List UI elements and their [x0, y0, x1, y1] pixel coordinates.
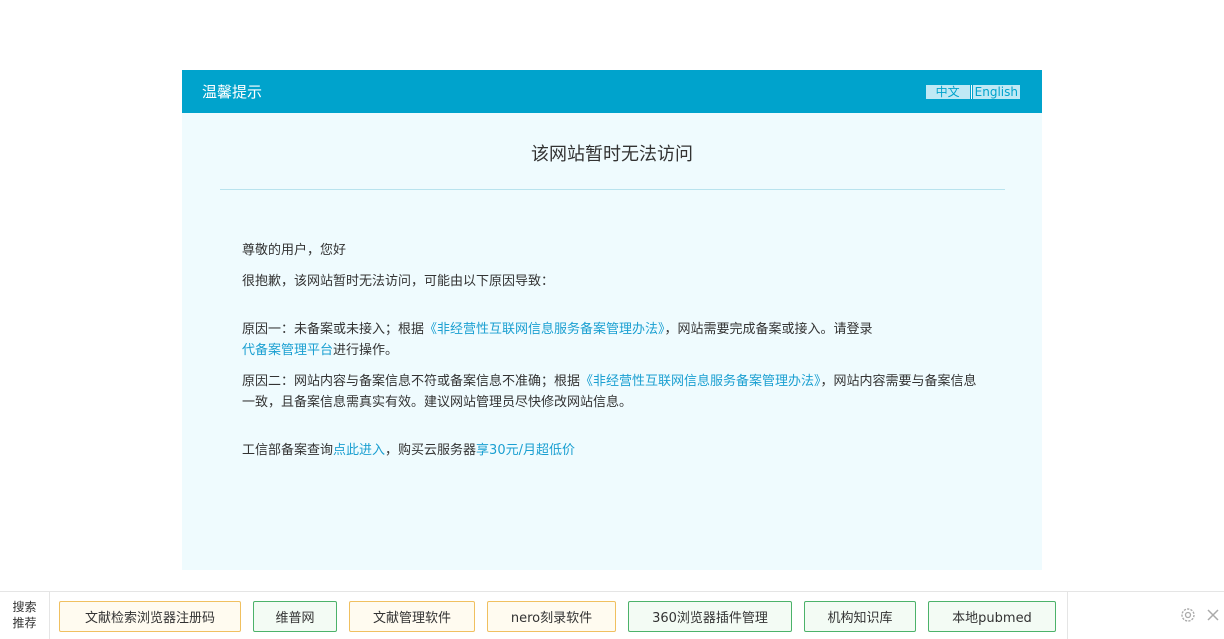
reason-one-end: 进行操作。 — [333, 343, 399, 358]
footer-line: 工信部备案查询点此进入，购买云服务器享30元/月超低价 — [242, 440, 982, 461]
label-line-2: 推荐 — [12, 616, 37, 630]
lang-separator — [970, 84, 972, 99]
recommend-chip[interactable]: 本地pubmed — [928, 601, 1056, 632]
notice-header: 温馨提示 中文 English — [182, 70, 1042, 113]
notice-heading: 该网站暂时无法访问 — [531, 144, 693, 165]
recommend-chip[interactable]: nero刻录软件 — [487, 601, 616, 632]
cloud-server-link[interactable]: 享30元/月超低价 — [476, 443, 575, 458]
filing-platform-link[interactable]: 代备案管理平台 — [242, 343, 333, 358]
footer-prefix: 工信部备案查询 — [242, 443, 334, 458]
gear-icon[interactable] — [1179, 606, 1197, 624]
recommend-chip[interactable]: 文献检索浏览器注册码 — [59, 601, 241, 632]
bar-separator — [1067, 592, 1068, 639]
recommend-chip[interactable]: 360浏览器插件管理 — [628, 601, 792, 632]
close-icon[interactable] — [1204, 606, 1222, 624]
lang-english-button[interactable]: English — [972, 84, 1020, 99]
reason-one-suffix: ，网站需要完成备案或接入。请登录 — [664, 322, 873, 337]
recommend-chip[interactable]: 维普网 — [253, 601, 337, 632]
search-recommend-label: 搜索 推荐 — [0, 592, 50, 639]
reason-one-prefix: 原因一：未备案或未接入；根据 — [242, 322, 425, 337]
reason-two-prefix: 原因二：网站内容与备案信息不符或备案信息不准确；根据 — [242, 374, 581, 389]
reason-two: 原因二：网站内容与备案信息不符或备案信息不准确；根据《非经营性互联网信息服务备案… — [242, 371, 982, 413]
notice-panel: 温馨提示 中文 English 该网站暂时无法访问 尊敬的用户，您好 很抱歉，该… — [182, 70, 1042, 570]
reason-one: 原因一：未备案或未接入；根据《非经营性互联网信息服务备案管理办法》，网站需要完成… — [242, 319, 982, 361]
search-recommend-bar: 搜索 推荐 文献检索浏览器注册码 维普网 文献管理软件 nero刻录软件 360… — [0, 591, 1224, 639]
recommend-chip[interactable]: 机构知识库 — [804, 601, 916, 632]
divider — [220, 189, 1005, 190]
regulation-link-1[interactable]: 《非经营性互联网信息服务备案管理办法》 — [424, 322, 665, 337]
label-line-1: 搜索 — [12, 600, 37, 614]
recommend-chip[interactable]: 文献管理软件 — [349, 601, 475, 632]
regulation-link-2[interactable]: 《非经营性互联网信息服务备案管理办法》 — [580, 374, 821, 389]
apology-text: 很抱歉，该网站暂时无法访问，可能由以下原因导致： — [242, 274, 555, 289]
lang-chinese-button[interactable]: 中文 — [925, 84, 970, 99]
greeting-text: 尊敬的用户，您好 — [242, 243, 347, 258]
notice-title: 温馨提示 — [202, 83, 263, 101]
filing-query-link[interactable]: 点此进入 — [333, 443, 385, 458]
language-switch: 中文 English — [925, 84, 1020, 99]
notice-body: 尊敬的用户，您好 很抱歉，该网站暂时无法访问，可能由以下原因导致： 原因一：未备… — [242, 240, 982, 461]
footer-mid: ，购买云服务器 — [385, 443, 477, 458]
